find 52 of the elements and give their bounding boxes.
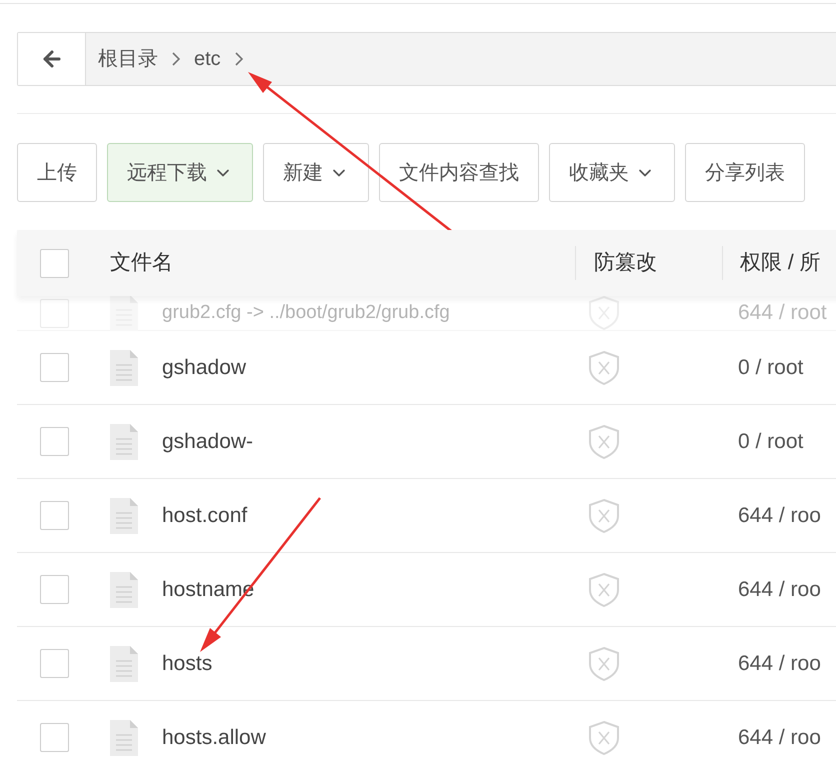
toolbar-button[interactable]: 分享列表 [685,143,805,202]
checkbox[interactable] [40,353,69,382]
chevron-right-icon [234,52,243,66]
checkbox[interactable] [40,501,69,530]
toolbar-button[interactable]: 收藏夹 [549,143,675,202]
checkbox[interactable] [40,649,69,678]
column-header[interactable]: 防篡改 [576,247,722,279]
file-icon [110,646,138,682]
file-name[interactable]: hosts [162,648,588,680]
breadcrumb-link[interactable]: etc [194,44,221,74]
permission-text: 0 / root [738,354,804,381]
back-button[interactable] [18,33,86,85]
shield-x-icon [588,424,620,460]
column-header[interactable]: 权限 / 所 [723,247,821,279]
shield-x-icon [588,295,620,331]
permission-text: 644 / roo [738,650,821,677]
permission-text: 644 / roo [738,576,821,603]
checkbox[interactable] [40,723,69,752]
permission-text: 644 / roo [738,724,821,751]
shield-x-icon [588,646,620,682]
file-name[interactable]: gshadow- [162,426,588,458]
file-icon [110,295,138,331]
file-name[interactable]: gshadow [162,352,588,384]
shield-x-icon [588,572,620,608]
toolbar-button[interactable]: 远程下载 [107,143,253,202]
column-header[interactable]: 文件名 [110,247,575,279]
breadcrumb-link[interactable]: 根目录 [98,44,158,74]
file-row[interactable]: hosts 644 / roo [17,627,836,701]
file-row[interactable]: gshadow 0 / root [17,331,836,405]
chevron-right-icon [172,52,180,66]
file-icon [110,720,138,756]
file-name[interactable]: hosts.allow [162,722,588,754]
file-row[interactable]: host.conf 644 / roo [17,479,836,553]
shield-x-icon [588,350,620,386]
file-icon [110,350,138,386]
file-name[interactable]: host.conf [162,500,588,532]
file-icon [110,498,138,534]
toolbar-button[interactable]: 上传 [17,143,97,202]
toolbar-button[interactable]: 文件内容查找 [379,143,539,202]
toolbar-button[interactable]: 新建 [263,143,369,202]
shield-x-icon [588,498,620,534]
file-icon [110,572,138,608]
file-row[interactable]: hosts.allow 644 / roo [17,701,836,771]
checkbox[interactable] [40,427,69,456]
file-row[interactable]: gshadow- 0 / root [17,405,836,479]
shield-x-icon [588,720,620,756]
permission-text: 644 / root [738,300,827,326]
checkbox[interactable] [40,575,69,604]
permission-text: 0 / root [738,428,804,455]
checkbox[interactable] [40,248,69,278]
permission-text: 644 / roo [738,502,821,529]
file-icon [110,424,138,460]
